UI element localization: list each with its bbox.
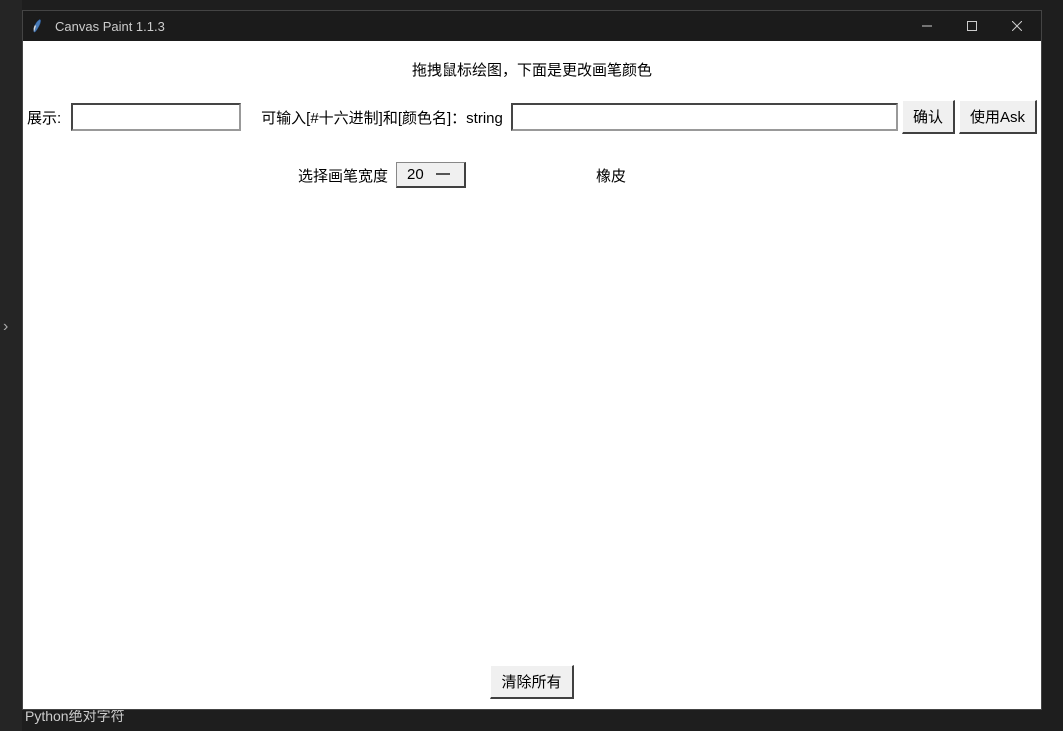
width-dropdown[interactable]: 20	[396, 162, 466, 188]
color-controls-row: 展示: 可输入[#十六进制]和[颜色名]：string 确认 使用Ask	[23, 92, 1041, 142]
clear-all-button[interactable]: 清除所有	[490, 665, 573, 699]
eraser-label: 橡皮	[596, 165, 626, 186]
window-controls	[904, 11, 1039, 41]
color-preview	[71, 103, 241, 131]
app-window: Canvas Paint 1.1.3 拖拽鼠标绘图，下面是更改画笔颜色 展示: …	[22, 10, 1042, 710]
color-input[interactable]	[511, 103, 898, 131]
window-title: Canvas Paint 1.1.3	[55, 19, 904, 34]
close-button[interactable]	[994, 11, 1039, 41]
window-content: 拖拽鼠标绘图，下面是更改画笔颜色 展示: 可输入[#十六进制]和[颜色名]：st…	[23, 41, 1041, 709]
width-group: 选择画笔宽度 20	[298, 162, 466, 188]
hex-input-label: 可输入[#十六进制]和[颜色名]：string	[261, 107, 503, 128]
use-ask-button[interactable]: 使用Ask	[959, 100, 1037, 134]
dropdown-indicator-icon	[436, 173, 450, 175]
maximize-button[interactable]	[949, 11, 994, 41]
width-value: 20	[407, 166, 424, 183]
clear-row: 清除所有	[23, 665, 1041, 699]
width-row: 选择画笔宽度 20 橡皮	[23, 142, 1041, 198]
width-label: 选择画笔宽度	[298, 165, 388, 186]
chevron-right-icon: ›	[3, 318, 8, 336]
app-icon	[31, 18, 47, 34]
confirm-button[interactable]: 确认	[902, 100, 955, 134]
instruction-text: 拖拽鼠标绘图，下面是更改画笔颜色	[23, 41, 1041, 92]
titlebar[interactable]: Canvas Paint 1.1.3	[23, 11, 1041, 41]
display-label: 展示:	[27, 107, 61, 128]
background-sidebar-left: ›	[0, 0, 22, 731]
background-sidebar-right	[1043, 0, 1063, 731]
minimize-button[interactable]	[904, 11, 949, 41]
